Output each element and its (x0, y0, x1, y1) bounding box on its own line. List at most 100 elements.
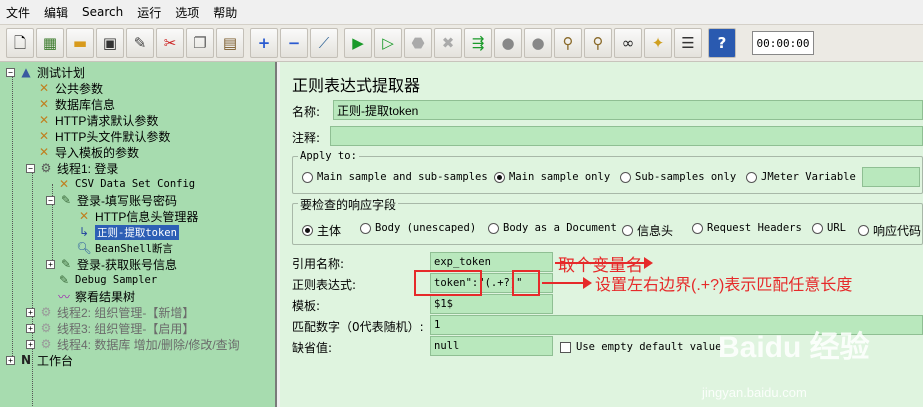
name-label: 名称: (292, 105, 321, 119)
collapse-icon[interactable]: − (280, 28, 308, 58)
clear-icon[interactable]: ⚲ (554, 28, 582, 58)
sampler-pen-icon: ✎ (58, 273, 70, 287)
tree-item-header-manager[interactable]: ✕ HTTP信息头管理器 (76, 208, 198, 224)
default-value-field[interactable]: null (430, 336, 553, 356)
radio-main-and-sub[interactable]: Main sample and sub-samples (302, 171, 488, 183)
tree-item-thread-group[interactable]: + ⚙ 线程4: 数据库 增加/删除/修改/查询 (26, 336, 240, 352)
shutdown-icon[interactable]: ✖ (434, 28, 462, 58)
annotation-note-boundary: 设置左右边界(.+?)表示匹配任意长度 (595, 277, 853, 294)
config-element-icon: ✕ (78, 209, 90, 223)
menu-search[interactable]: Search (82, 5, 123, 19)
expand-toggle-icon[interactable]: + (26, 307, 35, 317)
comment-field[interactable] (330, 126, 923, 146)
open-icon[interactable]: ▬ (66, 28, 94, 58)
tree-item-config[interactable]: ✕ 数据库信息 (36, 96, 115, 112)
tree-item-config[interactable]: ✕ CSV Data Set Config (56, 176, 195, 192)
annotation-box-left-boundary (414, 270, 482, 296)
name-field[interactable]: 正则-提取token (333, 100, 923, 120)
tree-item-sampler[interactable]: − ✎ 登录-填写账号密码 (46, 192, 177, 208)
templates-icon[interactable]: ▦ (36, 28, 64, 58)
thread-group-gear-icon: ⚙ (40, 161, 52, 175)
listener-chart-icon: 〰 (57, 289, 70, 304)
config-element-icon: ✕ (38, 145, 50, 159)
radio-dot (746, 171, 757, 183)
expand-toggle-icon[interactable]: + (26, 323, 35, 333)
tree-item-assertion[interactable]: 🔍︎ BeanShell断言 (76, 240, 173, 256)
menu-options[interactable]: 选项 (175, 4, 199, 21)
save-icon[interactable]: ▣ (96, 28, 124, 58)
tree-item-debug-sampler[interactable]: ✎ Debug Sampler (56, 272, 157, 288)
jmeter-variable-field[interactable] (862, 167, 920, 187)
watermark-url: jingyan.baidu.com (702, 385, 807, 400)
toggle-icon[interactable]: ⟋ (310, 28, 338, 58)
tree-item-regex-extractor[interactable]: ↳ 正则-提取token (76, 224, 179, 240)
expand-toggle-icon[interactable]: + (26, 339, 35, 349)
start-icon[interactable]: ▶ (344, 28, 372, 58)
menu-file[interactable]: 文件 (6, 4, 30, 21)
radio-dot (488, 222, 499, 234)
clear-all-icon[interactable]: ⚲ (584, 28, 612, 58)
save-as-icon[interactable]: ✎ (126, 28, 154, 58)
tree-item-config[interactable]: ✕ 导入模板的参数 (36, 144, 139, 160)
menu-run[interactable]: 运行 (137, 4, 161, 21)
search-icon[interactable]: ∞ (614, 28, 642, 58)
refname-field[interactable]: exp_token (430, 252, 553, 272)
radio-headers[interactable]: 信息头 (622, 222, 673, 239)
toolbar: 🗋 ▦ ▬ ▣ ✎ ✂ ❐ ▤ + − ⟋ ▶ ▷ ⬣ ✖ ⇶ ● ● ⚲ ⚲ … (0, 24, 923, 62)
function-helper-icon[interactable]: ☰ (674, 28, 702, 58)
radio-url[interactable]: URL (812, 222, 846, 234)
radio-body[interactable]: 主体 (302, 222, 341, 239)
tree-item-workbench[interactable]: + N 工作台 (6, 352, 73, 368)
template-field[interactable]: $1$ (430, 294, 553, 314)
tree-item-config[interactable]: ✕ HTTP头文件默认参数 (36, 128, 170, 144)
use-empty-default-checkbox[interactable]: Use empty default value (560, 341, 721, 353)
config-element-icon: ✕ (38, 113, 50, 127)
remote-start-icon[interactable]: ⇶ (464, 28, 492, 58)
collapse-toggle-icon[interactable]: − (46, 195, 55, 205)
help-icon[interactable]: ? (708, 28, 736, 58)
radio-response-code[interactable]: 响应代码 (858, 222, 921, 239)
refname-label: 引用名称: (292, 257, 345, 271)
cut-icon[interactable]: ✂ (156, 28, 184, 58)
annotation-box-right-boundary (512, 270, 540, 296)
tree-item-test-plan[interactable]: − ▲ 测试计划 (6, 64, 85, 80)
tree-item-thread-group[interactable]: + ⚙ 线程3: 组织管理-【启用】 (26, 320, 194, 336)
default-value-label: 缺省值: (292, 341, 333, 355)
menu-edit[interactable]: 编辑 (44, 4, 68, 21)
thread-group-gear-icon: ⚙ (40, 305, 52, 319)
page-title: 正则表达式提取器 (292, 78, 421, 95)
radio-request-headers[interactable]: Request Headers (692, 222, 802, 234)
collapse-toggle-icon[interactable]: − (6, 67, 15, 77)
tree-item-thread-group[interactable]: + ⚙ 线程2: 组织管理-【新增】 (26, 304, 194, 320)
expand-toggle-icon[interactable]: + (6, 355, 15, 365)
radio-dot (858, 225, 869, 236)
test-plan-tree: − ▲ 测试计划 ✕ 公共参数 ✕ 数据库信息 ✕ HTTP请求默认参数 ✕ H… (0, 62, 277, 407)
reset-search-icon[interactable]: ✦ (644, 28, 672, 58)
expand-icon[interactable]: + (250, 28, 278, 58)
remote-exit-icon[interactable]: ● (524, 28, 552, 58)
collapse-toggle-icon[interactable]: − (26, 163, 35, 173)
radio-dot (620, 171, 631, 183)
paste-icon[interactable]: ▤ (216, 28, 244, 58)
tree-item-listener[interactable]: 〰 察看结果树 (56, 288, 135, 304)
apply-to-title: Apply to: (298, 150, 359, 162)
radio-jmeter-variable[interactable]: JMeter Variable (746, 171, 856, 183)
copy-icon[interactable]: ❐ (186, 28, 214, 58)
elapsed-timer: 00:00:00 (752, 31, 814, 55)
remote-stop-icon[interactable]: ● (494, 28, 522, 58)
radio-body-as-document[interactable]: Body as a Document (488, 222, 617, 234)
tree-item-thread-group[interactable]: − ⚙ 线程1: 登录 (26, 160, 118, 176)
stop-icon[interactable]: ⬣ (404, 28, 432, 58)
start-no-pause-icon[interactable]: ▷ (374, 28, 402, 58)
tree-item-config[interactable]: ✕ HTTP请求默认参数 (36, 112, 158, 128)
radio-body-unescaped[interactable]: Body (unescaped) (360, 222, 476, 234)
menu-help[interactable]: 帮助 (213, 4, 237, 21)
tree-item-sampler[interactable]: + ✎ 登录-获取账号信息 (46, 256, 177, 272)
config-element-icon: ✕ (58, 177, 70, 191)
radio-main-only[interactable]: Main sample only (494, 171, 610, 183)
new-icon[interactable]: 🗋 (6, 28, 34, 58)
radio-sub-only[interactable]: Sub-samples only (620, 171, 736, 183)
expand-toggle-icon[interactable]: + (46, 259, 55, 269)
config-element-icon: ✕ (38, 97, 50, 111)
tree-item-config[interactable]: ✕ 公共参数 (36, 80, 103, 96)
